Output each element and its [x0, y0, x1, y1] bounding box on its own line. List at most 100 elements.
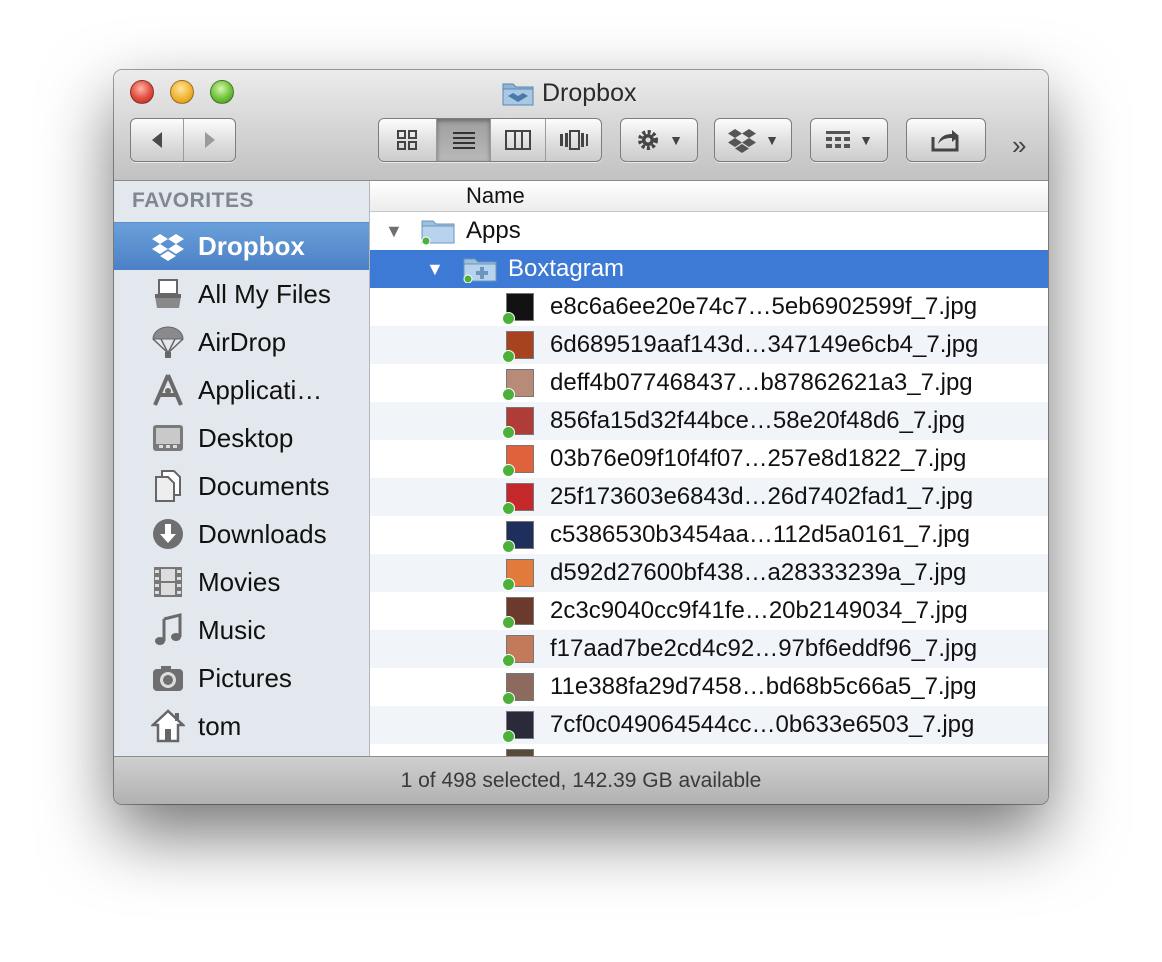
- column-header-name[interactable]: Name: [370, 181, 1048, 212]
- music-icon: [148, 610, 188, 650]
- image-thumbnail-icon: [502, 711, 534, 743]
- file-row[interactable]: [370, 744, 1048, 756]
- dropbox-icon: [728, 129, 757, 153]
- sidebar-item-tom[interactable]: tom: [114, 702, 369, 750]
- window-title: Dropbox: [502, 78, 637, 108]
- icon-view-icon: [397, 130, 418, 150]
- file-row[interactable]: 6d689519aaf143d…347149e6cb4_7.jpg: [370, 326, 1048, 364]
- file-name: 11e388fa29d7458…bd68b5c66a5_7.jpg: [550, 673, 977, 700]
- synced-check-icon: [502, 388, 515, 401]
- forward-button[interactable]: [183, 119, 235, 161]
- cover-flow-button[interactable]: [545, 119, 601, 161]
- column-view-button[interactable]: [490, 119, 545, 161]
- sidebar-item-label: Dropbox: [198, 231, 305, 261]
- sidebar-item-label: All My Files: [198, 278, 331, 309]
- downloads-icon: [148, 514, 188, 554]
- dropbox-menu-button[interactable]: ▼: [714, 118, 792, 162]
- zoom-window-button[interactable]: [210, 80, 234, 104]
- folder-row-apps[interactable]: ▼ Apps: [370, 212, 1048, 250]
- file-row[interactable]: 25f173603e6843d…26d7402fad1_7.jpg: [370, 478, 1048, 516]
- file-row[interactable]: f17aad7be2cd4c92…97bf6eddf96_7.jpg: [370, 630, 1048, 668]
- back-forward-control: [130, 118, 236, 162]
- file-name: deff4b077468437…b87862621a3_7.jpg: [550, 369, 973, 396]
- sidebar: FAVORITES Dropbox All My Files AirDrop A…: [114, 181, 370, 756]
- sidebar-item-label: Pictures: [198, 662, 292, 693]
- gear-icon: [638, 130, 659, 150]
- all-my-files-icon: [148, 274, 188, 314]
- toolbar-overflow-button[interactable]: »: [1012, 130, 1026, 161]
- arrange-icon: [826, 131, 851, 148]
- sidebar-item-label: tom: [198, 710, 242, 741]
- chevron-down-icon: ▼: [765, 132, 779, 148]
- file-name: 03b76e09f10f4f07…257e8d1822_7.jpg: [550, 445, 967, 472]
- image-thumbnail-icon: [502, 597, 534, 629]
- file-row[interactable]: c5386530b3454aa…112d5a0161_7.jpg: [370, 516, 1048, 554]
- share-button[interactable]: [906, 118, 986, 162]
- status-bar: 1 of 498 selected, 142.39 GB available: [114, 756, 1048, 804]
- sidebar-item-downloads[interactable]: Downloads: [114, 510, 369, 558]
- folder-name: Apps: [466, 217, 521, 244]
- sidebar-item-label: Downloads: [198, 518, 327, 549]
- sidebar-item-applications[interactable]: Applicati…: [114, 366, 369, 414]
- sidebar-item-label: Documents: [198, 470, 330, 501]
- folder-name: Boxtagram: [508, 255, 625, 282]
- arrange-menu-button[interactable]: ▼: [810, 118, 888, 162]
- chevron-down-icon: ▼: [669, 132, 683, 148]
- dropbox-icon: [148, 227, 188, 267]
- file-row[interactable]: deff4b077468437…b87862621a3_7.jpg: [370, 364, 1048, 402]
- list-view-button[interactable]: [435, 119, 491, 161]
- file-row[interactable]: 2c3c9040cc9f41fe…20b2149034_7.jpg: [370, 592, 1048, 630]
- sidebar-item-dropbox[interactable]: Dropbox: [114, 222, 369, 270]
- synced-check-icon: [502, 540, 515, 553]
- action-menu-button[interactable]: ▼: [620, 118, 698, 162]
- view-mode-control: [378, 118, 602, 162]
- folder-row-boxtagram[interactable]: ▼ Boxtagram: [370, 250, 1048, 288]
- list-view-icon: [452, 132, 475, 149]
- image-thumbnail-icon: [502, 407, 534, 439]
- minimize-window-button[interactable]: [170, 80, 194, 104]
- disclosure-triangle-icon[interactable]: ▼: [426, 259, 444, 280]
- documents-icon: [148, 466, 188, 506]
- synced-check-icon: [502, 692, 515, 705]
- image-thumbnail-icon: [502, 293, 534, 325]
- image-thumbnail-icon: [502, 673, 534, 705]
- sidebar-item-movies[interactable]: Movies: [114, 558, 369, 606]
- sidebar-item-documents[interactable]: Documents: [114, 462, 369, 510]
- file-row[interactable]: 856fa15d32f44bce…58e20f48d6_7.jpg: [370, 402, 1048, 440]
- file-name: 2c3c9040cc9f41fe…20b2149034_7.jpg: [550, 597, 968, 624]
- sidebar-item-label: AirDrop: [198, 326, 287, 357]
- file-row[interactable]: 11e388fa29d7458…bd68b5c66a5_7.jpg: [370, 668, 1048, 706]
- file-row[interactable]: 7cf0c049064544cc…0b633e6503_7.jpg: [370, 706, 1048, 744]
- cover-flow-icon: [559, 130, 588, 150]
- file-name: 856fa15d32f44bce…58e20f48d6_7.jpg: [550, 407, 966, 434]
- synced-check-icon: [502, 502, 515, 515]
- file-row[interactable]: d592d27600bf438…a28333239a_7.jpg: [370, 554, 1048, 592]
- finder-window: Dropbox ▼ ▼ ▼ » FAVORITES Dropbox All My…: [114, 70, 1048, 804]
- disclosure-triangle-icon[interactable]: ▼: [385, 221, 403, 242]
- sidebar-item-desktop[interactable]: Desktop: [114, 414, 369, 462]
- file-name: 7cf0c049064544cc…0b633e6503_7.jpg: [550, 711, 975, 738]
- folder-icon: [463, 258, 497, 283]
- file-name: 25f173603e6843d…26d7402fad1_7.jpg: [550, 483, 974, 510]
- sidebar-item-airdrop[interactable]: AirDrop: [114, 318, 369, 366]
- image-thumbnail-icon: [502, 369, 534, 401]
- file-name: f17aad7be2cd4c92…97bf6eddf96_7.jpg: [550, 635, 978, 662]
- sidebar-item-all-my-files[interactable]: All My Files: [114, 270, 369, 318]
- image-thumbnail-icon: [502, 559, 534, 591]
- chevron-left-icon: [152, 132, 163, 148]
- sidebar-item-label: Desktop: [198, 422, 294, 453]
- file-row[interactable]: e8c6a6ee20e74c7…5eb6902599f_7.jpg: [370, 288, 1048, 326]
- applications-icon: [148, 370, 188, 410]
- column-header-label: Name: [466, 183, 525, 208]
- image-thumbnail-icon: [506, 749, 534, 756]
- close-window-button[interactable]: [130, 80, 154, 104]
- sidebar-item-music[interactable]: Music: [114, 606, 369, 654]
- airdrop-icon: [148, 322, 188, 362]
- chevron-right-icon: [204, 132, 215, 148]
- image-thumbnail-icon: [502, 483, 534, 515]
- image-thumbnail-icon: [502, 521, 534, 553]
- sidebar-item-pictures[interactable]: Pictures: [114, 654, 369, 702]
- back-button[interactable]: [131, 119, 183, 161]
- icon-view-button[interactable]: [379, 119, 436, 161]
- file-row[interactable]: 03b76e09f10f4f07…257e8d1822_7.jpg: [370, 440, 1048, 478]
